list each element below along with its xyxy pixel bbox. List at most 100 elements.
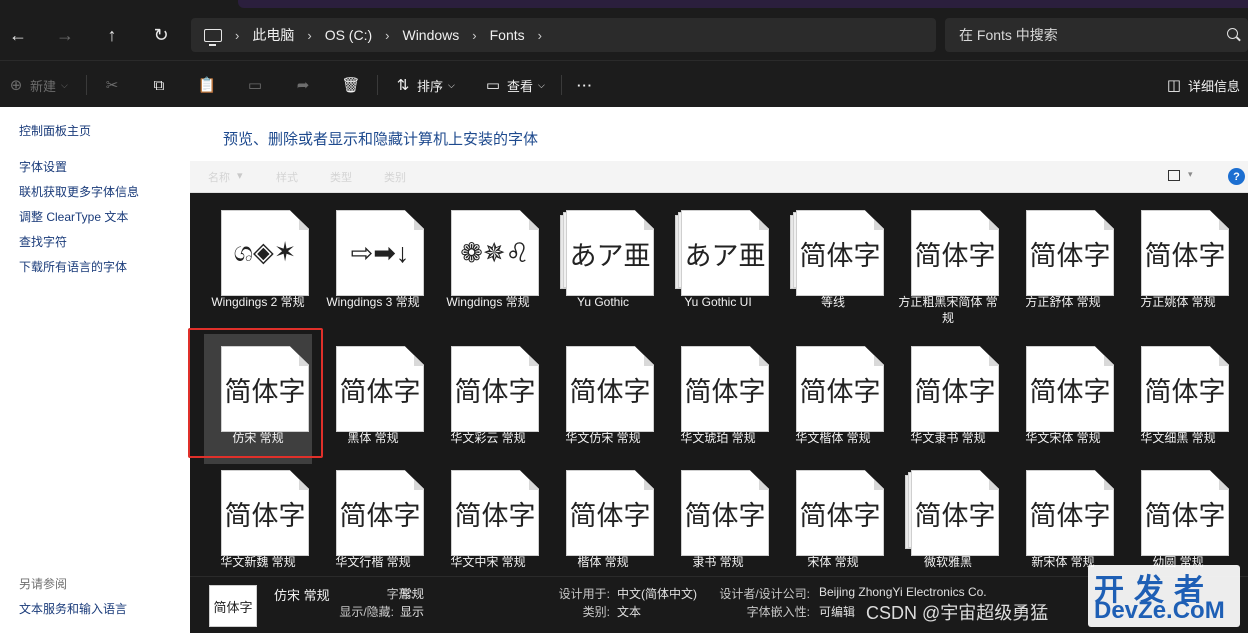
breadcrumb-this-pc[interactable]: 此电脑 <box>252 25 294 45</box>
sort-button[interactable]: ⇅ 排序 ⌵ <box>395 73 455 97</box>
font-tile[interactable]: 简体字 方正粗黑宋简体 常规 <box>894 198 1002 328</box>
font-tile[interactable]: 简体字 等线 <box>779 198 887 328</box>
font-file-icon: 简体字 <box>790 210 884 296</box>
title-strip <box>0 0 1248 10</box>
command-bar: ⊕ 新建 ⌵ ✂ ⧉ 📋 ▭ ➦ 🗑 ⇅ 排序 ⌵ ▭ 查看 ⌵ ··· ◫ 详… <box>0 60 1248 107</box>
forward-button[interactable]: → <box>52 22 78 48</box>
font-tile[interactable]: ❁✵♌ Wingdings 常规 <box>434 198 542 328</box>
chevron-right-icon[interactable]: › <box>538 28 542 43</box>
cut-button[interactable]: ✂ <box>104 73 126 97</box>
link-get-more-fonts[interactable]: 联机获取更多字体信息 <box>19 183 139 200</box>
page-fold <box>299 471 309 490</box>
new-button[interactable]: ⊕ 新建 ⌵ <box>8 73 68 97</box>
font-tile[interactable]: 简体字 华文新魏 常规 <box>204 458 312 576</box>
more-button[interactable]: ··· <box>577 73 593 97</box>
column-category[interactable]: 类别 <box>384 169 406 185</box>
font-file-icon: 简体字 <box>1141 210 1229 296</box>
column-name[interactable]: 名称 <box>208 169 230 185</box>
font-tile[interactable]: ශ◈✶ Wingdings 2 常规 <box>204 198 312 328</box>
font-name: 华文彩云 常规 <box>450 431 526 445</box>
view-mode-icon[interactable] <box>1168 170 1180 181</box>
csdn-watermark: CSDN @宇宙超级勇猛 <box>866 603 1049 623</box>
font-name: Yu Gothic <box>576 295 630 309</box>
breadcrumb-os-c[interactable]: OS (C:) <box>325 27 372 43</box>
chevron-down-icon[interactable]: ▾ <box>1188 169 1193 180</box>
breadcrumb-windows[interactable]: Windows <box>402 27 459 43</box>
font-sample: 简体字 <box>914 240 996 271</box>
breadcrumb-fonts[interactable]: Fonts <box>490 27 525 43</box>
font-tile[interactable]: 简体字 隶书 常规 <box>664 458 772 576</box>
details-pane-button[interactable]: ◫ 详细信息 <box>1166 73 1240 97</box>
detail-embed-key: 字体嵌入性: <box>746 605 810 619</box>
main-header: 预览、删除或者显示和隐藏计算机上安装的字体 <box>190 107 1248 161</box>
font-tile[interactable]: あア亜 Yu Gothic <box>549 198 657 328</box>
font-tile[interactable]: 简体字 黑体 常规 <box>319 334 427 464</box>
chevron-right-icon[interactable]: › <box>307 28 311 43</box>
font-tile[interactable]: ⇨➡↓ Wingdings 3 常规 <box>319 198 427 328</box>
page-fold <box>759 471 769 490</box>
column-type[interactable]: 类型 <box>330 169 352 185</box>
font-name: Yu Gothic UI <box>684 295 752 309</box>
copy-button[interactable]: ⧉ <box>151 73 173 97</box>
rename-button[interactable]: ▭ <box>247 73 269 97</box>
font-tile[interactable]: 简体字 华文楷体 常规 <box>779 334 887 464</box>
paste-button[interactable]: 📋 <box>198 73 221 97</box>
page-fold <box>989 471 999 490</box>
font-tile[interactable]: 简体字 华文仿宋 常规 <box>549 334 657 464</box>
new-label: 新建 <box>30 78 57 94</box>
chevron-right-icon[interactable]: › <box>235 28 239 43</box>
font-name: 楷体 常规 <box>577 555 629 569</box>
link-cleartype[interactable]: 调整 ClearType 文本 <box>19 208 128 225</box>
font-tile[interactable]: 简体字 华文琥珀 常规 <box>664 334 772 464</box>
search-icon[interactable] <box>1227 28 1238 39</box>
font-tile[interactable]: 简体字 华文宋体 常规 <box>1009 334 1117 464</box>
up-button[interactable]: ↑ <box>99 22 125 48</box>
page-fold <box>529 211 539 230</box>
font-file-icon: 简体字 <box>221 470 309 556</box>
font-tile[interactable]: 简体字 华文行楷 常规 <box>319 458 427 576</box>
font-tile[interactable]: 简体字华文彩云 常规 <box>434 334 542 464</box>
font-tile[interactable]: 简体字 宋体 常规 <box>779 458 887 576</box>
search-input[interactable]: 在 Fonts 中搜索 <box>945 18 1248 52</box>
link-text-services[interactable]: 文本服务和输入语言 <box>19 600 127 617</box>
divider <box>561 75 562 95</box>
font-tile[interactable]: 简体字 华文中宋 常规 <box>434 458 542 576</box>
font-file-icon: 简体字 <box>1026 210 1114 296</box>
detail-category-value: 文本 <box>617 605 642 619</box>
chevron-down-icon[interactable]: ▾ <box>237 169 243 182</box>
font-tile[interactable]: 简体字 新宋体 常规 <box>1009 458 1117 576</box>
help-icon[interactable]: ? <box>1228 168 1245 185</box>
font-file-icon: 简体字 <box>1026 470 1114 556</box>
font-tile[interactable]: 简体字 仿宋 常规 <box>204 334 312 464</box>
chevron-right-icon[interactable]: › <box>385 28 389 43</box>
font-sample: 简体字 <box>224 376 306 407</box>
chevron-down-icon: ⌵ <box>448 79 455 90</box>
font-tile[interactable]: あア亜 Yu Gothic UI <box>664 198 772 328</box>
font-tile[interactable]: 简体字 楷体 常规 <box>549 458 657 576</box>
link-download-all-fonts[interactable]: 下载所有语言的字体 <box>19 258 127 275</box>
page-fold <box>529 471 539 490</box>
delete-button[interactable]: 🗑 <box>341 73 365 97</box>
font-tile[interactable]: 简体字 幼圆 常规 <box>1124 458 1232 576</box>
font-sample: 简体字 <box>1029 240 1111 271</box>
address-bar: ← → ↑ ↻ › 此电脑 › OS (C:) › Windows › Font… <box>0 10 1248 60</box>
divider <box>86 75 87 95</box>
link-control-panel-home[interactable]: 控制面板主页 <box>19 122 91 139</box>
back-button[interactable]: ← <box>5 22 31 48</box>
font-tile[interactable]: 简体字 方正姚体 常规 <box>1124 198 1232 328</box>
column-style[interactable]: 样式 <box>276 169 298 185</box>
page-fold <box>1104 211 1114 230</box>
link-find-character[interactable]: 查找字符 <box>19 233 67 250</box>
font-tile[interactable]: 简体字 方正舒体 常规 <box>1009 198 1117 328</box>
breadcrumb[interactable]: › 此电脑 › OS (C:) › Windows › Fonts › <box>191 18 936 52</box>
refresh-button[interactable]: ↻ <box>148 22 174 48</box>
share-button[interactable]: ➦ <box>295 73 317 97</box>
view-button[interactable]: ▭ 查看 ⌵ <box>485 73 545 97</box>
font-sample: 简体字 <box>454 376 536 407</box>
link-font-settings[interactable]: 字体设置 <box>19 158 67 175</box>
font-tile[interactable]: 简体字 华文细黑 常规 <box>1124 334 1232 464</box>
font-tile[interactable]: 简体字 微软雅黑 <box>894 458 1002 576</box>
font-tile[interactable]: 简体字 华文隶书 常规 <box>894 334 1002 464</box>
chevron-right-icon[interactable]: › <box>472 28 476 43</box>
font-sample: 简体字 <box>1144 376 1226 407</box>
